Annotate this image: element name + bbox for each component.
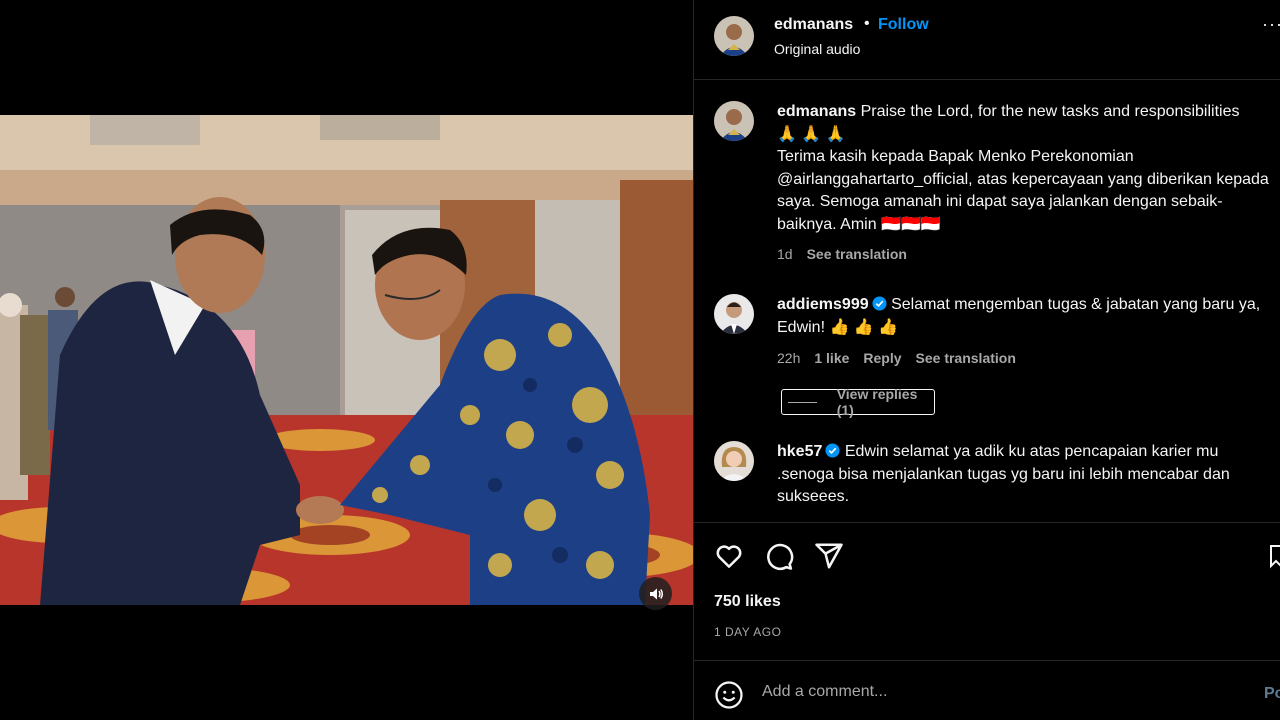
caption-age[interactable]: 1d bbox=[777, 246, 793, 262]
comment-body: Edwin selamat ya adik ku atas pencapaian… bbox=[777, 443, 1230, 505]
caption-emoji: 🙏 🙏 🙏 bbox=[777, 125, 846, 143]
comment-reply-button[interactable]: Reply bbox=[863, 350, 901, 366]
heart-icon[interactable] bbox=[714, 541, 744, 571]
verified-badge-icon bbox=[825, 443, 840, 458]
follow-button[interactable]: Follow bbox=[878, 16, 929, 34]
comments-list[interactable]: edmanans Praise the Lord, for the new ta… bbox=[694, 80, 1280, 522]
caption-line1: Praise the Lord, for the new tasks and r… bbox=[860, 103, 1240, 120]
bookmark-icon[interactable] bbox=[1269, 541, 1280, 571]
comment-age[interactable]: 22h bbox=[777, 350, 800, 366]
comment-icon[interactable] bbox=[764, 541, 794, 571]
view-replies-label: View replies (1) bbox=[836, 386, 918, 418]
comment-username[interactable]: addiems999 bbox=[777, 296, 869, 313]
post-timestamp[interactable]: 1 DAY AGO bbox=[714, 625, 781, 639]
caption-see-translation[interactable]: See translation bbox=[807, 246, 907, 262]
view-replies-button[interactable]: View replies (1) bbox=[781, 386, 935, 418]
comment-username[interactable]: hke57 bbox=[777, 443, 822, 460]
post-actions-bar: 750 likes 1 DAY AGO bbox=[694, 522, 1280, 660]
media-viewer bbox=[0, 0, 693, 720]
share-icon[interactable] bbox=[814, 541, 844, 571]
comment-text: addiems999 Selamat mengemban tugas & jab… bbox=[777, 294, 1277, 339]
author-avatar[interactable] bbox=[714, 16, 754, 56]
separator-dot: • bbox=[864, 15, 870, 32]
audio-label[interactable]: Original audio bbox=[774, 41, 860, 57]
comment-see-translation[interactable]: See translation bbox=[916, 350, 1016, 366]
post-photo[interactable] bbox=[0, 115, 693, 605]
caption-text: edmanans Praise the Lord, for the new ta… bbox=[777, 101, 1277, 236]
comment-meta: 22h 1 like Reply See translation bbox=[777, 350, 1016, 366]
post-comment-button[interactable]: Post bbox=[1264, 685, 1280, 703]
commenter-avatar[interactable] bbox=[714, 441, 754, 481]
caption-meta: 1d See translation bbox=[777, 246, 907, 262]
emoji-icon[interactable] bbox=[714, 680, 744, 710]
comment-text: hke57 Edwin selamat ya adik ku atas penc… bbox=[777, 441, 1277, 509]
author-username[interactable]: edmanans bbox=[774, 16, 853, 34]
caption-username[interactable]: edmanans bbox=[777, 103, 856, 120]
comment-input[interactable] bbox=[762, 679, 1232, 705]
mute-toggle-button[interactable] bbox=[639, 577, 672, 610]
replies-divider bbox=[788, 401, 817, 403]
speaker-icon bbox=[649, 588, 663, 599]
caption-body: Terima kasih kepada Bapak Menko Perekono… bbox=[777, 148, 1269, 233]
post-details-panel: edmanans • Follow Original audio ··· edm… bbox=[693, 0, 1280, 720]
post-header: edmanans • Follow Original audio ··· bbox=[694, 0, 1280, 80]
verified-badge-icon bbox=[872, 296, 887, 311]
more-icon[interactable]: ··· bbox=[1262, 14, 1280, 35]
caption-avatar[interactable] bbox=[714, 101, 754, 141]
like-count[interactable]: 750 likes bbox=[714, 593, 781, 611]
commenter-avatar[interactable] bbox=[714, 294, 754, 334]
comment-like-count[interactable]: 1 like bbox=[814, 350, 849, 366]
comment-composer: Post bbox=[694, 660, 1280, 720]
